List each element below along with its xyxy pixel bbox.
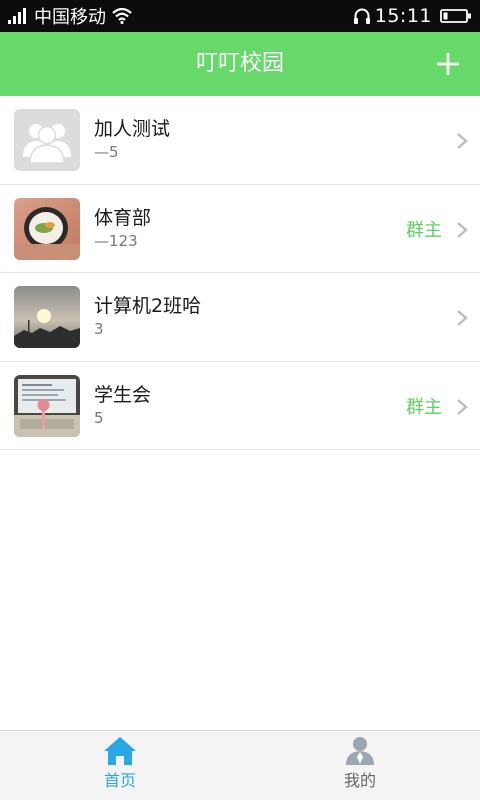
chevron-right-icon [457, 221, 468, 238]
headphones-icon [353, 8, 370, 24]
group-member-count: —5 [94, 143, 119, 161]
bottom-tab-bar: 首页 我的 [0, 730, 480, 800]
list-item[interactable]: 学生会 5 群主 [0, 361, 480, 450]
group-name: 加人测试 [94, 118, 171, 140]
sunset-photo [14, 286, 80, 348]
carrier-name: 中国移动 [34, 7, 106, 28]
group-list: 加人测试 —5 体育部 —123 群主 计算机2班哈 3 学生会 5 群主 [0, 96, 480, 450]
clock: 15:11 [374, 5, 432, 27]
home-icon [104, 737, 136, 765]
group-member-count: —123 [94, 231, 138, 250]
status-bar: 中国移动 15:11 [0, 0, 480, 32]
chevron-right-icon [457, 310, 468, 326]
default-group-avatar [14, 109, 80, 171]
tab-profile-label: 我的 [343, 771, 376, 790]
battery-icon [440, 9, 471, 23]
add-button[interactable] [432, 48, 464, 80]
status-right: 15:11 [353, 4, 472, 28]
wifi-icon [112, 8, 132, 24]
chevron-right-icon [457, 398, 468, 415]
owner-badge: 群主 [406, 219, 442, 241]
owner-badge: 群主 [406, 396, 442, 418]
list-item[interactable]: 加人测试 —5 [0, 96, 480, 185]
tab-home-label: 首页 [103, 771, 136, 790]
laptop-photo [14, 374, 80, 437]
chevron-right-icon [457, 133, 468, 149]
signal-icon [8, 8, 26, 24]
profile-icon [346, 737, 374, 765]
tab-profile[interactable]: 我的 [240, 731, 480, 800]
group-member-count: 5 [94, 408, 104, 427]
list-item[interactable]: 体育部 —123 群主 [0, 184, 480, 273]
status-left: 中国移动 [8, 4, 132, 28]
group-member-count: 3 [94, 320, 104, 338]
list-item[interactable]: 计算机2班哈 3 [0, 273, 480, 362]
tab-home[interactable]: 首页 [0, 731, 240, 800]
group-name: 计算机2班哈 [94, 295, 202, 317]
plus-icon [437, 53, 459, 75]
page-title: 叮叮校园 [195, 51, 284, 76]
sushi-photo [14, 197, 80, 260]
group-name: 学生会 [94, 383, 152, 406]
app-header: 叮叮校园 [0, 32, 480, 96]
group-name: 体育部 [94, 206, 152, 229]
